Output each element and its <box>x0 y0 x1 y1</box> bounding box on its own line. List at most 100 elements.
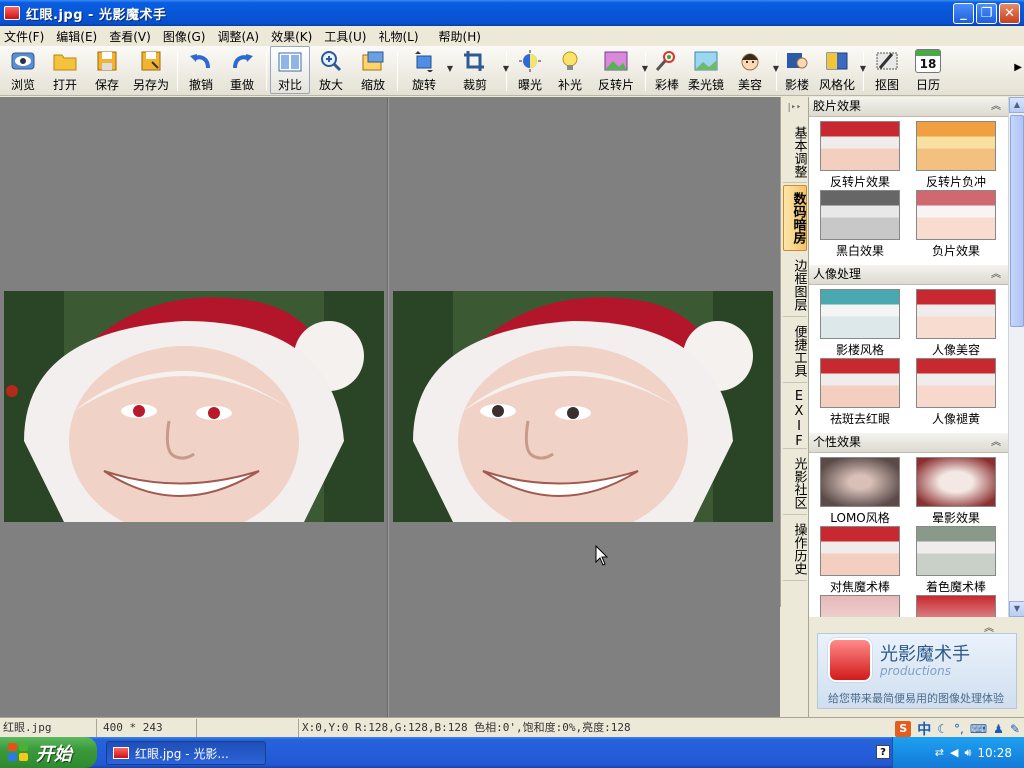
network-icon[interactable]: ⇄ <box>935 746 944 759</box>
menu-help[interactable]: 帮助(H) <box>439 28 481 45</box>
tab-community[interactable]: 光影社区 <box>782 451 807 515</box>
tab-exif[interactable]: EXIF <box>782 385 807 449</box>
effect-color-wand[interactable]: 着色魔术棒 <box>911 526 1001 595</box>
rotate-button[interactable]: 旋转 ▼ <box>401 46 453 94</box>
effect-negative[interactable]: 负片效果 <box>911 190 1001 259</box>
collapse-icon[interactable]: ︽ <box>991 265 1001 284</box>
menu-tools[interactable]: 工具(U) <box>324 28 366 45</box>
save-button[interactable]: 保存 <box>86 46 128 94</box>
wrench-icon[interactable]: ✎ <box>1010 722 1020 736</box>
redo-button[interactable]: 重做 <box>221 46 263 94</box>
effect-reversal[interactable]: 反转片效果 <box>815 121 905 190</box>
cutout-button[interactable]: 抠图 <box>867 46 907 94</box>
panel-scrollbar[interactable]: ▲ ▼ <box>1008 97 1024 617</box>
scroll-down-icon[interactable]: ▼ <box>1009 601 1024 617</box>
tab-quick-tools[interactable]: 便捷工具 <box>782 319 807 383</box>
panel-toggle-icon[interactable]: |‣‣ <box>781 97 808 119</box>
menu-view[interactable]: 查看(V) <box>109 28 151 45</box>
menu-gifts[interactable]: 礼物(L) <box>378 28 418 45</box>
studio-button[interactable]: 影楼 <box>780 46 814 94</box>
ad-subtitle: productions <box>880 664 951 678</box>
stylize-icon <box>824 49 850 73</box>
reversal-dropdown-icon[interactable]: ▼ <box>642 64 648 73</box>
effect-vignette[interactable]: 晕影效果 <box>911 457 1001 526</box>
effect-more-2[interactable] <box>911 595 1001 617</box>
tab-basic-adjust[interactable]: 基本调整 <box>782 121 807 183</box>
ad-tagline: 给您带来最简便易用的图像处理体验 <box>828 692 1004 705</box>
zoom-in-button[interactable]: 放大 <box>310 46 352 94</box>
arrow-left-icon[interactable]: ◀ <box>950 746 958 759</box>
section-film-effects[interactable]: 胶片效果 ︽ <box>809 97 1009 117</box>
stylize-button[interactable]: 风格化 ▼ <box>814 46 866 94</box>
sogou-icon[interactable]: S <box>895 721 912 737</box>
section-portrait[interactable]: 人像处理 ︽ <box>809 265 1009 285</box>
menu-image[interactable]: 图像(G) <box>163 28 206 45</box>
keyboard-icon[interactable]: ⌨ <box>970 722 987 736</box>
open-button[interactable]: 打开 <box>44 46 86 94</box>
crop-dropdown-icon[interactable]: ▼ <box>503 64 509 73</box>
tab-border-layers[interactable]: 边框图层 <box>782 253 807 317</box>
start-button[interactable]: 开始 <box>0 737 97 768</box>
crop-button[interactable]: 裁剪 ▼ <box>447 46 509 94</box>
maximize-button[interactable]: ❐ <box>976 3 997 24</box>
collapse-icon[interactable]: ︽ <box>984 619 994 634</box>
original-photo[interactable] <box>4 291 384 522</box>
stylize-dropdown-icon[interactable]: ▼ <box>860 64 866 73</box>
taskbar-app-button[interactable]: 红眼.jpg - 光影... <box>106 741 266 765</box>
collapse-icon[interactable]: ︽ <box>991 433 1001 452</box>
corrected-photo-image <box>393 291 773 522</box>
menu-edit[interactable]: 编辑(E) <box>56 28 97 45</box>
effect-lomo[interactable]: LOMO风格 <box>815 457 905 526</box>
beauty-dropdown-icon[interactable]: ▼ <box>773 64 779 73</box>
moon-icon[interactable]: ☾ <box>937 722 948 736</box>
effect-thumbnail <box>916 190 996 240</box>
effect-studio-style[interactable]: 影楼风格 <box>815 289 905 358</box>
collapse-icon[interactable]: ︽ <box>991 97 1001 116</box>
tab-history[interactable]: 操作历史 <box>782 517 807 581</box>
toolbar-overflow-icon[interactable]: ▶ <box>1014 62 1022 73</box>
save-as-icon <box>138 49 164 73</box>
section-personal-effects[interactable]: 个性效果 ︽ <box>809 433 1009 453</box>
tab-digital-darkroom[interactable]: 数码暗房 <box>782 185 807 251</box>
menu-effects[interactable]: 效果(K) <box>271 28 312 45</box>
browse-button[interactable]: 浏览 <box>2 46 44 94</box>
save-as-button[interactable]: 另存为 <box>128 46 174 94</box>
minimize-button[interactable]: _ <box>953 3 974 24</box>
scroll-thumb[interactable] <box>1010 115 1024 327</box>
exposure-button[interactable]: 曝光 <box>510 46 550 94</box>
face-icon <box>737 49 763 73</box>
reversal-film-button[interactable]: 反转片 ▼ <box>590 46 648 94</box>
cutout-icon <box>874 49 900 73</box>
undo-button[interactable]: 撤销 <box>181 46 221 94</box>
compare-button[interactable]: 对比 <box>270 46 310 94</box>
effect-focus-wand[interactable]: 对焦魔术棒 <box>815 526 905 595</box>
help-icon[interactable]: ? <box>876 745 890 759</box>
magic-wand-button[interactable]: 彩棒 <box>649 46 685 94</box>
punctuation-icon[interactable]: °, <box>954 722 964 736</box>
calendar-button[interactable]: 18 日历 <box>907 46 949 94</box>
corrected-photo[interactable] <box>393 291 773 522</box>
effect-thumbnail <box>916 358 996 408</box>
beauty-button[interactable]: 美容 ▼ <box>727 46 779 94</box>
compare-divider[interactable] <box>387 97 389 717</box>
volume-icon[interactable]: 🔊︎ <box>964 746 971 760</box>
effect-black-white[interactable]: 黑白效果 <box>815 190 905 259</box>
close-button[interactable]: ✕ <box>999 3 1020 24</box>
ime-language[interactable]: 中 <box>917 719 931 739</box>
effect-portrait-beauty[interactable]: 人像美容 <box>911 289 1001 358</box>
soft-focus-button[interactable]: 柔光镜 <box>685 46 727 94</box>
original-photo-image <box>4 291 384 522</box>
effect-red-eye-removal[interactable]: 祛斑去红眼 <box>815 358 905 427</box>
menu-file[interactable]: 文件(F) <box>4 28 44 45</box>
ad-box[interactable]: 光影魔术手 productions 给您带来最简便易用的图像处理体验 <box>817 633 1017 709</box>
scroll-up-icon[interactable]: ▲ <box>1009 97 1024 113</box>
effect-portrait-unyellow[interactable]: 人像褪黄 <box>911 358 1001 427</box>
user-icon[interactable]: ♟ <box>993 722 1004 736</box>
menu-adjust[interactable]: 调整(A) <box>217 28 259 45</box>
soft-focus-icon <box>693 49 719 73</box>
effect-thumbnail <box>916 121 996 171</box>
fill-light-button[interactable]: 补光 <box>550 46 590 94</box>
resize-button[interactable]: 缩放 <box>352 46 394 94</box>
effect-more-1[interactable] <box>815 595 905 617</box>
effect-reversal-negative[interactable]: 反转片负冲 <box>911 121 1001 190</box>
